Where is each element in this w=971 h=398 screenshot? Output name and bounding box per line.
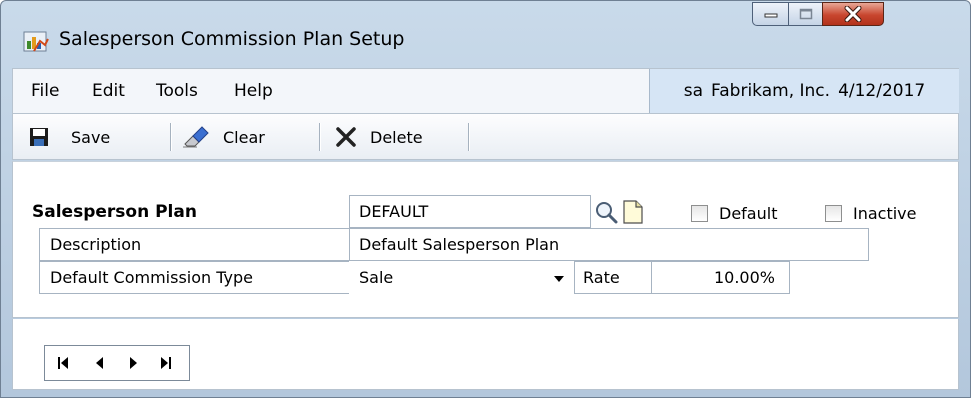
toolbar-separator [170, 123, 172, 151]
company-name: Fabrikam, Inc. [711, 81, 831, 101]
close-icon [844, 6, 862, 22]
description-input[interactable]: Default Salesperson Plan [349, 228, 869, 261]
delete-icon [336, 127, 356, 147]
menu-bar: File Edit Tools Help sa Fabrikam, Inc. 4… [12, 68, 959, 114]
commission-plan-app-icon [23, 29, 49, 55]
user-company-date-banner: sa Fabrikam, Inc. 4/12/2017 [649, 69, 959, 113]
commission-type-select[interactable]: Sale [349, 261, 574, 294]
minimize-icon [764, 13, 777, 18]
menu-edit[interactable]: Edit [92, 81, 125, 101]
inactive-checkbox-label: Inactive [853, 204, 917, 223]
save-button[interactable]: Save [29, 122, 110, 152]
first-record-button[interactable] [57, 356, 73, 370]
navigation-bar [12, 319, 959, 390]
eraser-icon [183, 126, 209, 148]
commission-plan-form: Salesperson Plan DEFAULT Default Inactiv… [12, 161, 959, 318]
next-record-icon [130, 357, 137, 369]
salesperson-plan-input[interactable]: DEFAULT [349, 195, 591, 228]
commission-type-value: Sale [359, 268, 394, 287]
window: Salesperson Commission Plan Setup File E… [0, 0, 971, 398]
user-date: 4/12/2017 [838, 81, 926, 101]
previous-record-button[interactable] [93, 356, 109, 370]
magnifier-icon [596, 202, 618, 224]
last-record-button[interactable] [157, 356, 173, 370]
toolbar-separator [319, 123, 321, 151]
default-checkbox-label: Default [719, 204, 778, 223]
lookup-button[interactable] [594, 200, 618, 224]
title-bar[interactable]: Salesperson Commission Plan Setup [1, 1, 970, 65]
delete-button[interactable]: Delete [335, 122, 423, 152]
maximize-button[interactable] [788, 2, 822, 26]
salesperson-plan-label: Salesperson Plan [21, 195, 350, 228]
menu-help[interactable]: Help [234, 81, 273, 101]
new-note-button[interactable] [622, 200, 644, 224]
description-label: Description [39, 228, 350, 261]
minimize-button[interactable] [752, 2, 788, 26]
next-record-button[interactable] [125, 356, 141, 370]
user-id: sa [683, 81, 704, 101]
record-navigation [44, 345, 190, 381]
previous-record-icon [96, 357, 103, 369]
commission-type-label: Default Commission Type [39, 261, 350, 294]
clear-button[interactable]: Clear [183, 122, 265, 152]
window-title: Salesperson Commission Plan Setup [59, 28, 405, 50]
menu-file[interactable]: File [31, 81, 59, 101]
note-icon [623, 200, 643, 224]
inactive-checkbox[interactable] [825, 205, 842, 222]
save-icon [30, 128, 48, 146]
last-record-icon [161, 357, 171, 369]
chevron-down-icon [554, 276, 564, 282]
maximize-icon [799, 8, 812, 20]
caption-buttons [752, 2, 884, 26]
clear-label: Clear [223, 127, 265, 147]
close-button[interactable] [822, 2, 884, 26]
toolbar-separator [468, 123, 470, 151]
first-record-icon [58, 357, 68, 369]
save-label: Save [71, 127, 111, 147]
rate-label: Rate [574, 261, 652, 294]
delete-label: Delete [370, 127, 423, 147]
toolbar: Save Clear Delete [12, 114, 959, 160]
default-checkbox[interactable] [691, 205, 708, 222]
rate-input[interactable]: 10.00% [651, 261, 790, 294]
menu-tools[interactable]: Tools [156, 81, 198, 101]
